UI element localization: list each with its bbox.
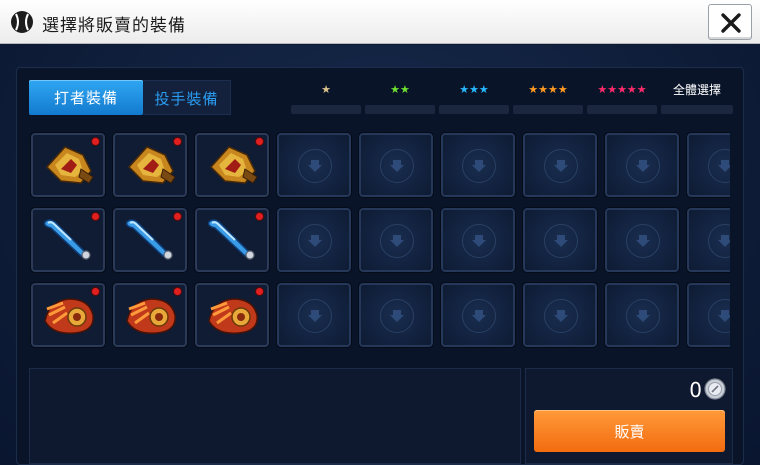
filter-4-star[interactable]: ★★★★ [513,84,583,114]
empty-slot [686,207,730,273]
equipment-slot[interactable] [112,132,188,198]
dialog-body: 打者裝備 投手裝備 ★ ★★ ★★★ ★★★★ ★★★★★ 全體選擇 0 販賣 [0,45,760,465]
new-badge-dot [256,288,263,295]
empty-slot [522,132,598,198]
equipment-slot[interactable] [194,132,270,198]
arrow-down-icon [308,310,322,322]
arrow-down-icon [308,160,322,172]
empty-slot [440,282,516,348]
arrow-down-icon [718,235,730,247]
select-all-bar [661,105,733,114]
sell-equipment-dialog: 選擇將販賣的裝備 打者裝備 投手裝備 ★ ★★ ★★★ ★★★★ ★★★★★ 全… [0,0,760,465]
equipment-slot[interactable] [194,282,270,348]
filter-5-star-label: ★★★★★ [597,83,647,96]
fielding-glove-icon [205,291,261,337]
select-all-label: 全體選擇 [672,83,721,97]
empty-slot [440,132,516,198]
arrow-down-icon [472,160,486,172]
empty-slot [276,282,352,348]
fielding-glove-icon [41,291,97,337]
arrow-down-icon [472,235,486,247]
baseball-icon [11,11,33,33]
tab-pitcher-equipment[interactable]: 投手裝備 [143,80,231,115]
empty-slot [604,282,680,348]
arrow-down-icon [554,160,568,172]
arrow-down-icon [636,310,650,322]
empty-slot [440,207,516,273]
equipment-slot[interactable] [30,132,106,198]
empty-slot [604,207,680,273]
equipment-slot[interactable] [112,282,188,348]
arrow-down-icon [390,160,404,172]
fielding-glove-icon [123,291,179,337]
filter-1-star[interactable]: ★ [291,84,361,114]
arrow-down-icon [554,310,568,322]
empty-slot [358,132,434,198]
new-badge-dot [174,213,181,220]
baseball-bat-icon [205,216,261,262]
baseball-bat-icon [41,216,97,262]
arrow-down-icon [718,160,730,172]
sell-price: 0 [689,378,702,402]
empty-slot [686,132,730,198]
arrow-down-icon [636,235,650,247]
filter-3-star-bar [439,105,509,114]
batting-glove-icon [41,141,97,187]
close-icon [721,13,741,33]
batting-glove-icon [205,141,261,187]
arrow-down-icon [636,160,650,172]
arrow-down-icon [472,310,486,322]
filter-1-star-bar [291,105,361,114]
close-button[interactable] [708,4,752,40]
empty-slot [522,282,598,348]
empty-slot [686,282,730,348]
filter-1-star-label: ★ [321,83,331,96]
equipment-slot[interactable] [30,282,106,348]
baseball-bat-icon [123,216,179,262]
arrow-down-icon [554,235,568,247]
empty-slot [358,207,434,273]
empty-slot [604,132,680,198]
empty-slot [358,282,434,348]
filter-2-star-bar [365,105,435,114]
new-badge-dot [92,288,99,295]
new-badge-dot [256,213,263,220]
arrow-down-icon [308,235,322,247]
equipment-slot[interactable] [112,207,188,273]
filter-4-star-bar [513,105,583,114]
new-badge-dot [92,138,99,145]
item-info-box [29,368,521,464]
filter-3-star-label: ★★★ [459,83,489,96]
filter-3-star[interactable]: ★★★ [439,84,509,114]
sell-button[interactable]: 販賣 [534,410,725,452]
new-badge-dot [92,213,99,220]
arrow-down-icon [390,235,404,247]
equipment-slot[interactable] [30,207,106,273]
new-badge-dot [174,288,181,295]
empty-slot [276,132,352,198]
equipment-panel: 打者裝備 投手裝備 ★ ★★ ★★★ ★★★★ ★★★★★ 全體選擇 0 販賣 [16,67,744,465]
filter-5-star-bar [587,105,657,114]
filter-5-star[interactable]: ★★★★★ [587,84,657,114]
sell-panel: 0 販賣 [525,368,733,464]
inventory-grid [30,132,730,358]
filter-2-star[interactable]: ★★ [365,84,435,114]
silver-coin-icon [704,378,726,400]
equipment-slot[interactable] [194,207,270,273]
new-badge-dot [256,138,263,145]
filter-4-star-label: ★★★★ [528,83,568,96]
select-all-button[interactable]: 全體選擇 [661,84,733,114]
arrow-down-icon [390,310,404,322]
empty-slot [276,207,352,273]
dialog-header: 選擇將販賣的裝備 [0,0,760,44]
new-badge-dot [174,138,181,145]
filter-2-star-label: ★★ [390,83,410,96]
empty-slot [522,207,598,273]
dialog-title: 選擇將販賣的裝備 [42,16,186,36]
batting-glove-icon [123,141,179,187]
arrow-down-icon [718,310,730,322]
tab-batter-equipment[interactable]: 打者裝備 [29,80,143,115]
